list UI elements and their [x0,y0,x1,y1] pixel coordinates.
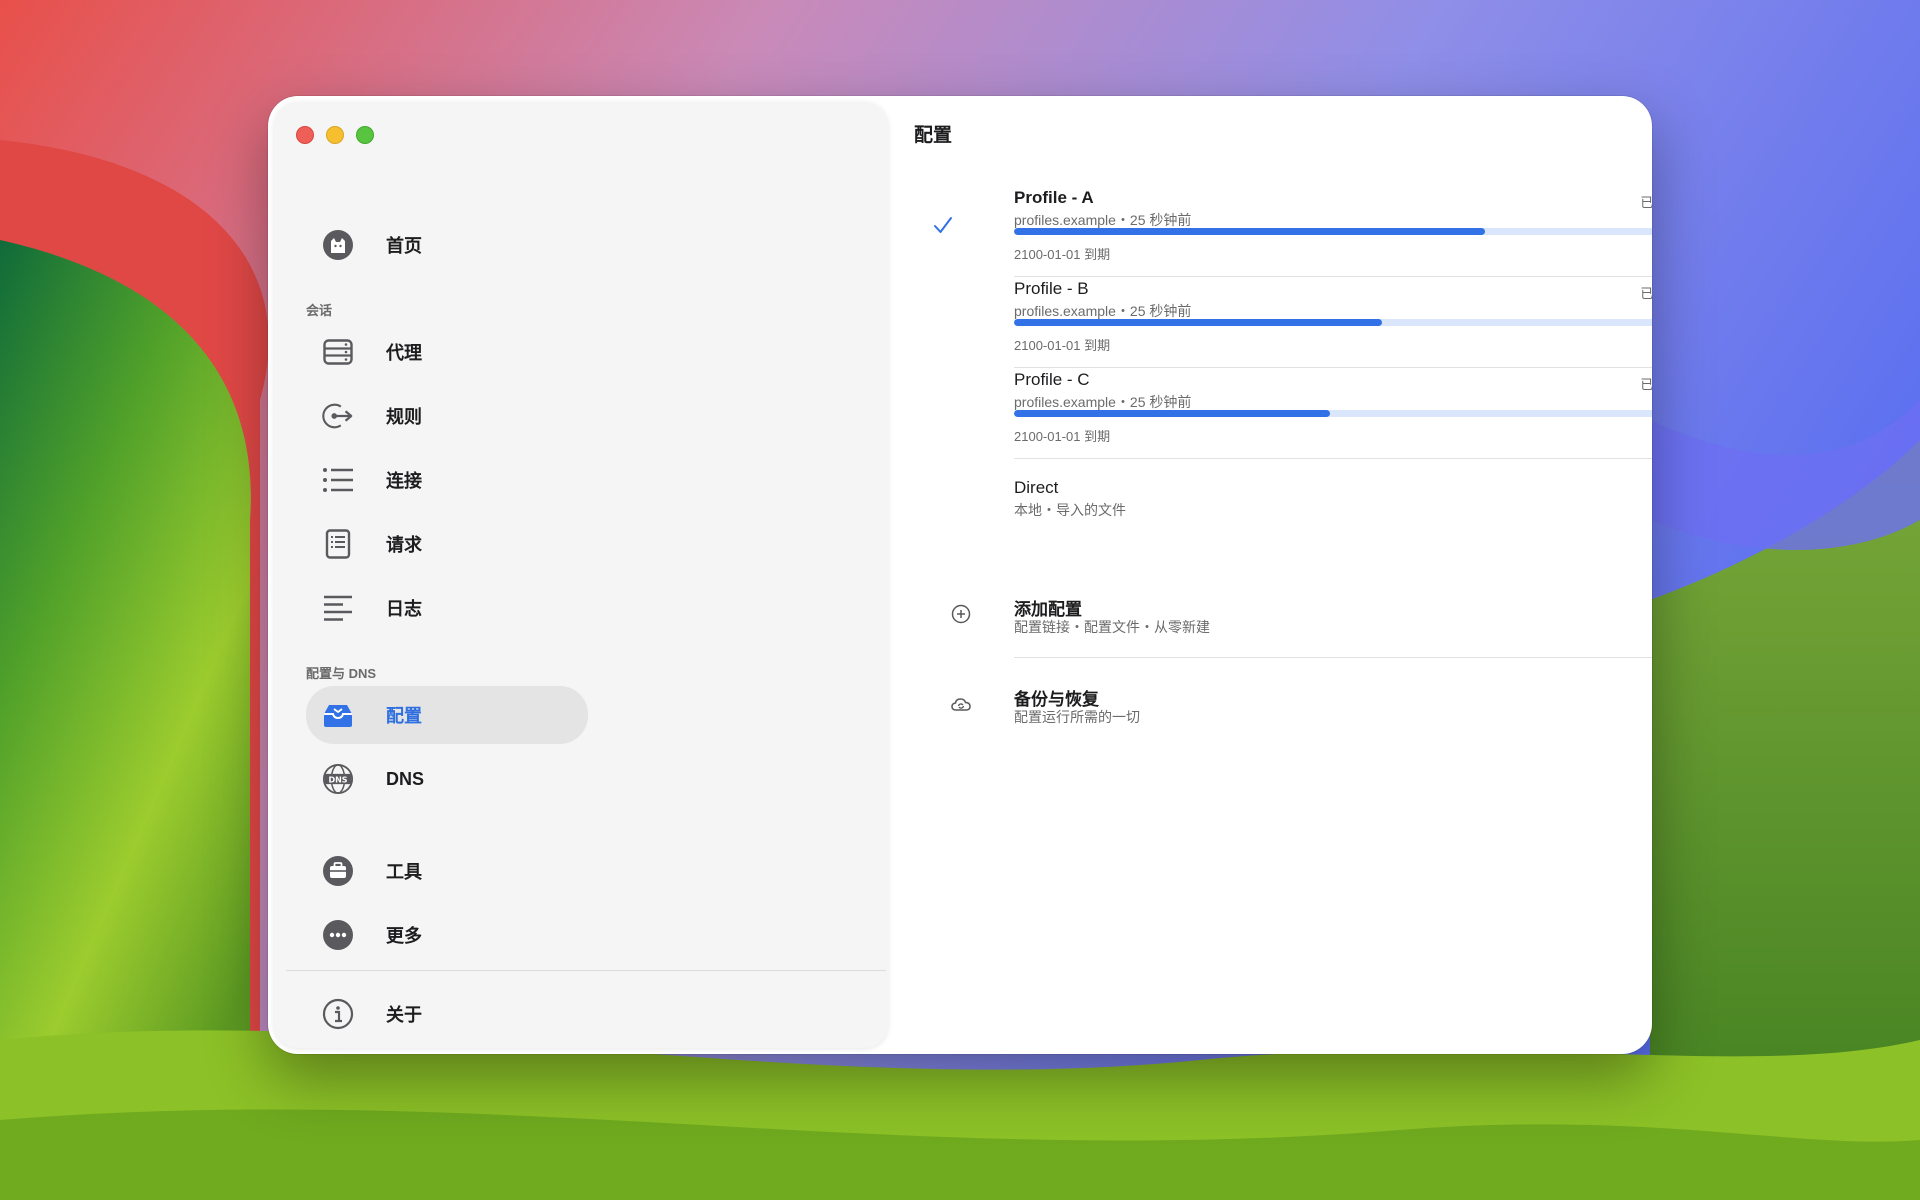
profile-source: profiles.example・25 秒钟前 [1014,212,1192,228]
usage-progress-bar [1014,410,1652,417]
checkmark-icon [934,217,952,233]
sidebar-item-label: 日志 [386,599,422,619]
sidebar-divider [286,970,886,971]
text-lines-icon [322,592,354,624]
cloud-sync-icon [951,698,971,711]
plus-circle-icon [951,604,971,624]
section-label-config-dns: 配置与 DNS [306,666,377,681]
page-title: 配置 [914,125,953,146]
row-divider [1014,276,1652,277]
profile-usage: 已用 50% [1640,286,1652,301]
sidebar-item-requests[interactable]: 请求 [306,516,588,572]
sidebar-item-logs[interactable]: 日志 [306,580,588,636]
sidebar-item-dns[interactable]: DNS DNS [306,751,588,807]
minimize-button[interactable] [326,126,344,144]
section-divider [1014,657,1652,658]
zoom-button[interactable] [356,126,374,144]
sidebar-item-config[interactable]: 配置 [306,686,588,744]
sidebar-item-home[interactable]: 首页 [306,217,588,273]
dns-globe-icon: DNS [322,763,354,795]
notebook-icon [322,528,354,560]
sidebar-item-label: 配置 [386,706,422,726]
profile-name: Profile - C [1014,370,1090,389]
profile-usage: 已用 43% [1640,377,1652,392]
sidebar-item-label: 规则 [386,407,422,427]
profile-source: profiles.example・25 秒钟前 [1014,303,1192,319]
sidebar-item-label: 代理 [386,343,422,363]
rule-arrow-icon [322,400,354,432]
sidebar-item-tools[interactable]: 工具 [306,843,588,899]
profile-expiry: 2100-01-01 到期 [1014,338,1111,353]
row-divider [1014,458,1652,459]
sidebar-item-label: DNS [386,768,425,789]
sidebar-item-label: 关于 [386,1005,422,1025]
backup-restore-button[interactable]: 备份与恢复 配置运行所需的一切 [951,685,1652,745]
close-button[interactable] [296,126,314,144]
list-icon [322,464,354,496]
usage-progress-fill [1014,410,1331,417]
sidebar-item-label: 连接 [386,471,422,491]
usage-progress-fill [1014,228,1486,235]
row-divider [1014,367,1652,368]
sidebar-item-rules[interactable]: 规则 [306,388,588,444]
backup-subtitle: 配置运行所需的一切 [1014,709,1140,725]
profile-expiry: 2100-01-01 到期 [1014,429,1111,444]
sidebar-item-more[interactable]: 更多 [306,907,588,963]
profile-row-c[interactable]: Profile - C 已用 43% profiles.example・25 秒… [968,370,1652,460]
profile-row-b[interactable]: Profile - B 已用 50% profiles.example・25 秒… [968,279,1652,369]
info-icon [322,998,354,1030]
profile-usage: 已用 64% [1640,195,1652,210]
profile-source: 本地・导入的文件 [1014,502,1126,518]
profile-name: Profile - B [1014,279,1089,298]
sidebar-item-label: 更多 [386,926,422,946]
add-config-subtitle: 配置链接・配置文件・从零新建 [1014,619,1210,635]
more-icon [322,919,354,951]
window-controls [296,126,374,144]
cat-avatar-icon [322,229,354,261]
server-icon [322,336,354,368]
profile-expiry: 2100-01-01 到期 [1014,247,1111,262]
profile-name: Profile - A [1014,188,1094,207]
toolbox-icon [322,855,354,887]
sidebar-item-about[interactable]: 关于 [306,986,588,1042]
sidebar-item-label: 首页 [386,236,422,256]
usage-progress-bar [1014,319,1652,326]
sidebar: 首页 会话 代理 规则 连接 请求 日志 配置与 DNS 配置 DNS DNS … [274,102,888,1048]
dns-badge-text: DNS [328,775,347,784]
usage-progress-fill [1014,319,1382,326]
sidebar-item-proxy[interactable]: 代理 [306,324,588,380]
add-config-button[interactable]: 添加配置 配置链接・配置文件・从零新建 [951,595,1652,655]
app-window: 首页 会话 代理 规则 连接 请求 日志 配置与 DNS 配置 DNS DNS … [268,96,1652,1054]
sidebar-item-label: 工具 [386,862,422,882]
usage-progress-bar [1014,228,1652,235]
profile-name: Direct [1014,478,1059,497]
sidebar-item-connections[interactable]: 连接 [306,452,588,508]
profile-row-direct[interactable]: Direct 本地・导入的文件 [968,478,1652,568]
sidebar-item-label: 请求 [386,535,422,555]
profile-row-a[interactable]: Profile - A 已用 64% profiles.example・25 秒… [934,188,1652,278]
profile-source: profiles.example・25 秒钟前 [1014,394,1192,410]
section-label-session: 会话 [306,303,333,318]
tray-icon [322,699,354,731]
